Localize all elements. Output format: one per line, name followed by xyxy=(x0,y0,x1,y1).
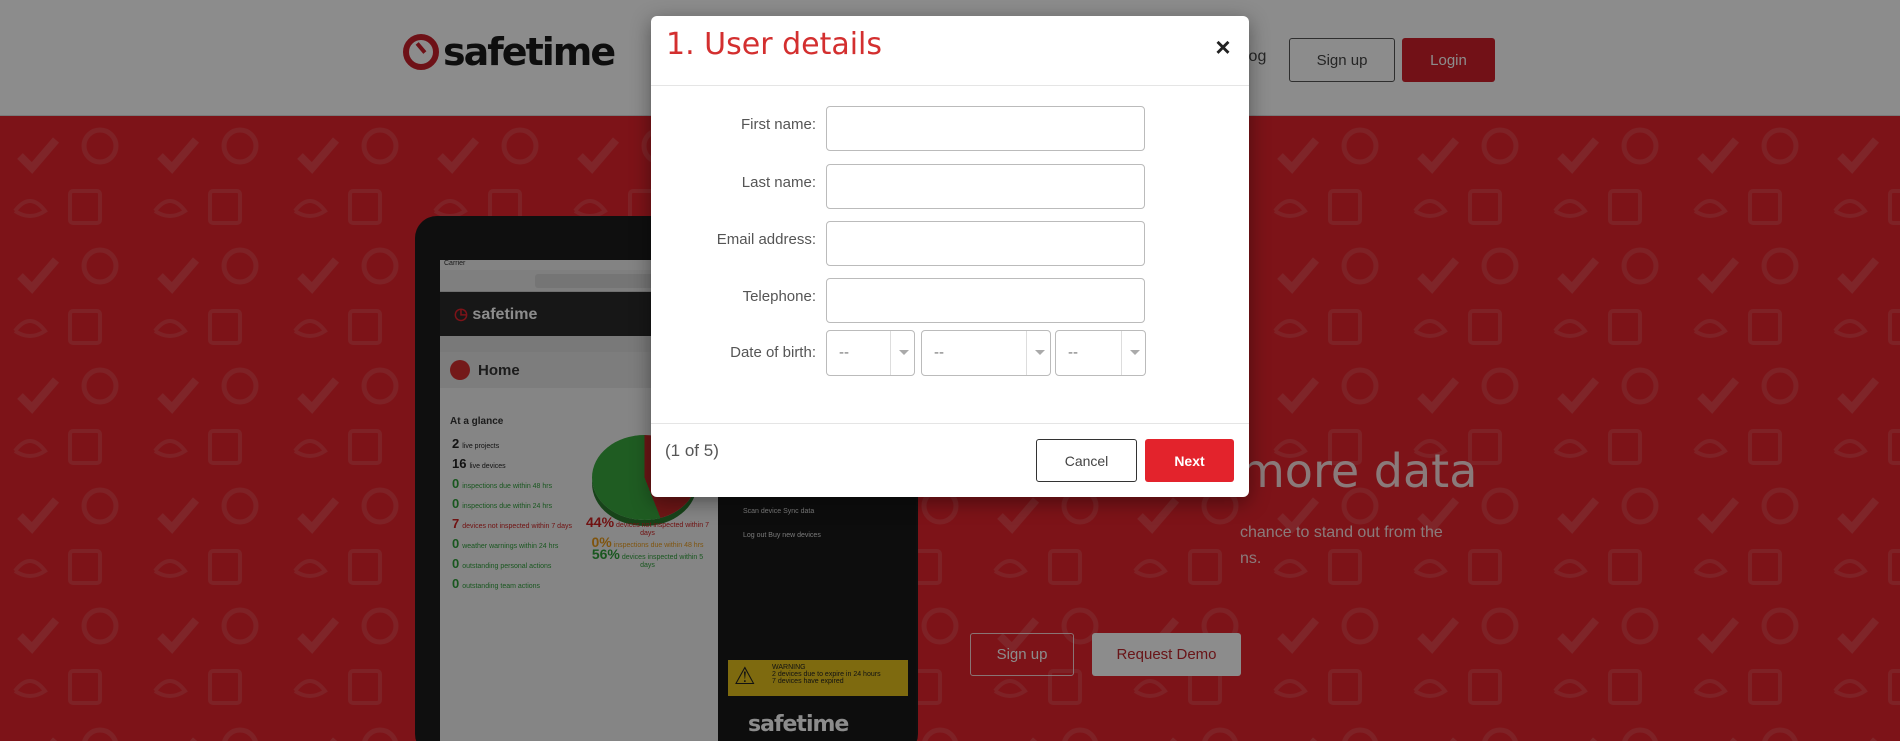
dob-month-select[interactable]: -- xyxy=(921,330,1051,376)
modal-header: 1. User details × xyxy=(651,16,1249,86)
dob-day-value: -- xyxy=(839,344,849,361)
step-indicator: (1 of 5) xyxy=(665,441,719,460)
first-name-row: First name: xyxy=(651,106,1249,152)
telephone-row: Telephone: xyxy=(651,278,1249,324)
dob-day-select[interactable]: -- xyxy=(826,330,915,376)
dob-year-value: -- xyxy=(1068,344,1078,361)
dob-month-value: -- xyxy=(934,344,944,361)
last-name-label: Last name: xyxy=(741,174,816,191)
email-row: Email address: xyxy=(651,221,1249,267)
user-details-modal: 1. User details × First name: Last name:… xyxy=(651,16,1249,497)
dob-label: Date of birth: xyxy=(730,344,816,361)
cancel-button[interactable]: Cancel xyxy=(1036,439,1137,482)
email-label: Email address: xyxy=(716,231,816,248)
last-name-field[interactable] xyxy=(826,164,1145,209)
email-field[interactable] xyxy=(826,221,1145,266)
chevron-down-icon xyxy=(1026,331,1050,375)
first-name-label: First name: xyxy=(740,116,816,133)
last-name-row: Last name: xyxy=(651,164,1249,210)
chevron-down-icon xyxy=(890,331,914,375)
telephone-field[interactable] xyxy=(826,278,1145,323)
modal-title: 1. User details xyxy=(666,27,883,62)
telephone-label: Telephone: xyxy=(742,288,816,305)
chevron-down-icon xyxy=(1121,331,1145,375)
dob-year-select[interactable]: -- xyxy=(1055,330,1146,376)
next-button[interactable]: Next xyxy=(1145,439,1234,482)
first-name-field[interactable] xyxy=(826,106,1145,151)
close-icon[interactable]: × xyxy=(1211,34,1235,60)
modal-footer-divider xyxy=(651,423,1249,424)
dob-row: Date of birth: -- -- -- xyxy=(651,330,1249,376)
